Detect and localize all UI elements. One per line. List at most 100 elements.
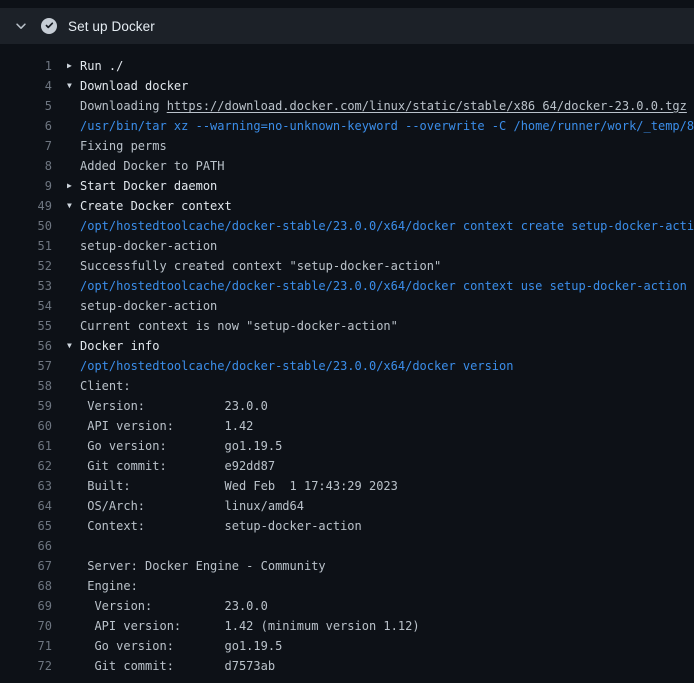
log-line[interactable]: 54setup-docker-action [0, 296, 694, 316]
log-area[interactable]: 1▶Run ./4▼Download docker5Downloading ht… [0, 44, 694, 676]
line-number: 68 [0, 576, 52, 596]
line-number: 60 [0, 416, 52, 436]
log-text: Engine: [80, 576, 138, 596]
log-line[interactable]: 63 Built: Wed Feb 1 17:43:29 2023 [0, 476, 694, 496]
log-line[interactable]: 64 OS/Arch: linux/amd64 [0, 496, 694, 516]
line-number: 64 [0, 496, 52, 516]
indent-spacer [67, 656, 80, 676]
line-number: 62 [0, 456, 52, 476]
indent-spacer [67, 456, 80, 476]
chevron-down-icon[interactable] [14, 19, 28, 33]
indent-spacer [67, 436, 80, 456]
group-collapse-icon[interactable]: ▼ [67, 76, 80, 96]
indent-spacer [67, 496, 80, 516]
log-link[interactable]: https://download.docker.com/linux/static… [167, 99, 687, 113]
command-text: /opt/hostedtoolcache/docker-stable/23.0.… [80, 216, 694, 236]
log-text: Version: 23.0.0 [80, 396, 268, 416]
indent-spacer [67, 216, 80, 236]
log-line[interactable]: 7 Fixing perms [0, 136, 694, 156]
group-collapse-icon[interactable]: ▼ [67, 196, 80, 216]
line-number: 72 [0, 656, 52, 676]
log-line[interactable]: 49▼Create Docker context [0, 196, 694, 216]
line-number: 66 [0, 536, 52, 556]
log-text: Built: Wed Feb 1 17:43:29 2023 [80, 476, 398, 496]
line-number: 61 [0, 436, 52, 456]
log-line[interactable]: 67 Server: Docker Engine - Community [0, 556, 694, 576]
log-line[interactable]: 6/usr/bin/tar xz --warning=no-unknown-ke… [0, 116, 694, 136]
log-line[interactable]: 58 Client: [0, 376, 694, 396]
group-expand-icon[interactable]: ▶ [67, 56, 80, 76]
log-line[interactable]: 71 Go version: go1.19.5 [0, 636, 694, 656]
indent-spacer [67, 156, 80, 176]
log-line[interactable]: 57/opt/hostedtoolcache/docker-stable/23.… [0, 356, 694, 376]
command-text: /opt/hostedtoolcache/docker-stable/23.0.… [80, 356, 513, 376]
group-collapse-icon[interactable]: ▼ [67, 336, 80, 356]
indent-spacer [67, 236, 80, 256]
indent-spacer [67, 596, 80, 616]
indent-spacer [67, 616, 80, 636]
line-number: 52 [0, 256, 52, 276]
log-text: Git commit: d7573ab [80, 656, 275, 676]
step-header[interactable]: Set up Docker [0, 8, 694, 44]
log-line[interactable]: 62 Git commit: e92dd87 [0, 456, 694, 476]
log-text: setup-docker-action [80, 236, 217, 256]
log-line[interactable]: 66 [0, 536, 694, 556]
line-number: 8 [0, 156, 52, 176]
log-text: Go version: go1.19.5 [80, 636, 282, 656]
command-text: /usr/bin/tar xz --warning=no-unknown-key… [80, 116, 694, 136]
line-number: 7 [0, 136, 52, 156]
log-text: Client: [80, 376, 131, 396]
line-number: 58 [0, 376, 52, 396]
line-number: 4 [0, 76, 52, 96]
indent-spacer [67, 396, 80, 416]
log-line[interactable]: 52 Successfully created context "setup-do… [0, 256, 694, 276]
log-text: Added Docker to PATH [80, 156, 225, 176]
group-title: Docker info [80, 336, 159, 356]
indent-spacer [67, 356, 80, 376]
line-number: 56 [0, 336, 52, 356]
log-line[interactable]: 55Current context is now "setup-docker-a… [0, 316, 694, 336]
indent-spacer [67, 416, 80, 436]
line-number: 69 [0, 596, 52, 616]
line-number: 51 [0, 236, 52, 256]
log-line[interactable]: 72 Git commit: d7573ab [0, 656, 694, 676]
log-text: Fixing perms [80, 136, 167, 156]
indent-spacer [67, 136, 80, 156]
group-expand-icon[interactable]: ▶ [67, 176, 80, 196]
indent-spacer [67, 376, 80, 396]
log-text: Downloading https://download.docker.com/… [80, 96, 687, 116]
log-line[interactable]: 61 Go version: go1.19.5 [0, 436, 694, 456]
command-text: /opt/hostedtoolcache/docker-stable/23.0.… [80, 276, 687, 296]
log-line[interactable]: 70 API version: 1.42 (minimum version 1.… [0, 616, 694, 636]
indent-spacer [67, 256, 80, 276]
log-line[interactable]: 56 ▼Docker info [0, 336, 694, 356]
log-line[interactable]: 50/opt/hostedtoolcache/docker-stable/23.… [0, 216, 694, 236]
log-line[interactable]: 1▶Run ./ [0, 56, 694, 76]
line-number: 49 [0, 196, 52, 216]
log-line[interactable]: 9 ▶Start Docker daemon [0, 176, 694, 196]
log-text: Current context is now "setup-docker-act… [80, 316, 398, 336]
log-line[interactable]: 4▼Download docker [0, 76, 694, 96]
indent-spacer [67, 636, 80, 656]
indent-spacer [67, 556, 80, 576]
log-text: Context: setup-docker-action [80, 516, 362, 536]
log-line[interactable]: 53/opt/hostedtoolcache/docker-stable/23.… [0, 276, 694, 296]
indent-spacer [67, 536, 80, 556]
log-text: OS/Arch: linux/amd64 [80, 496, 304, 516]
log-line[interactable]: 60 API version: 1.42 [0, 416, 694, 436]
log-line[interactable]: 69 Version: 23.0.0 [0, 596, 694, 616]
indent-spacer [67, 576, 80, 596]
line-number: 9 [0, 176, 52, 196]
actions-log-page: Set up Docker 1▶Run ./4▼Download docker5… [0, 0, 694, 683]
line-number: 65 [0, 516, 52, 536]
log-line[interactable]: 51 setup-docker-action [0, 236, 694, 256]
log-line[interactable]: 59 Version: 23.0.0 [0, 396, 694, 416]
log-line[interactable]: 5Downloading https://download.docker.com… [0, 96, 694, 116]
line-number: 57 [0, 356, 52, 376]
log-line[interactable]: 65 Context: setup-docker-action [0, 516, 694, 536]
line-number: 67 [0, 556, 52, 576]
log-line[interactable]: 8 Added Docker to PATH [0, 156, 694, 176]
log-line[interactable]: 68 Engine: [0, 576, 694, 596]
log-text: Successfully created context "setup-dock… [80, 256, 441, 276]
group-title: Start Docker daemon [80, 176, 217, 196]
